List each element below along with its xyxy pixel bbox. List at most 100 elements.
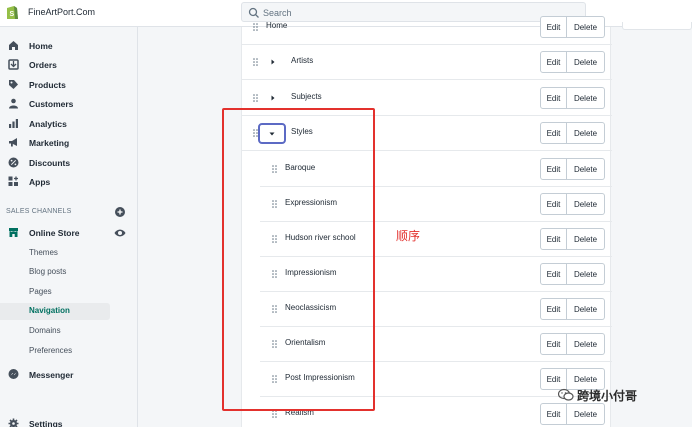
edit-button[interactable]: Edit [540,16,567,38]
edit-button[interactable]: Edit [540,263,567,285]
sidebar-subitem-themes[interactable]: Themes [0,245,110,262]
row-actions: Edit Delete [540,122,605,144]
delete-button[interactable]: Delete [567,158,605,180]
edit-button[interactable]: Edit [540,193,567,215]
store-icon [9,228,18,237]
home-icon [9,41,18,50]
row-actions: Edit Delete [540,228,605,250]
sidebar-item-label: Marketing [29,138,70,148]
sidebar: Home Orders Products Customers Analytics… [0,27,138,427]
megaphone-icon [9,138,17,147]
subitem-label: Navigation [29,306,70,315]
subitem-label: Themes [29,248,58,257]
edit-button[interactable]: Edit [540,87,567,109]
tag-icon [9,80,18,89]
menu-item-label: Subjects [291,92,322,101]
edit-button[interactable]: Edit [540,228,567,250]
shopify-logo-icon[interactable]: S [5,4,19,20]
subitem-label: Pages [29,287,52,296]
subitem-label: Blog posts [29,267,67,276]
drag-handle-icon[interactable] [253,94,258,102]
sidebar-item-label: Customers [29,99,74,109]
bar-chart-icon [9,119,18,128]
delete-button[interactable]: Delete [567,333,605,355]
sidebar-item-marketing[interactable]: Marketing [0,134,138,152]
person-icon [9,98,18,109]
delete-button[interactable]: Delete [567,51,605,73]
row-actions: Edit Delete [540,298,605,320]
delete-button[interactable]: Delete [567,193,605,215]
sidebar-item-messenger[interactable]: Messenger [0,366,138,384]
subitem-label: Preferences [29,346,73,355]
watermark: 跨境小付哥 [558,387,637,403]
drag-handle-icon[interactable] [253,58,258,66]
apps-icon [8,176,18,186]
discount-icon [8,157,19,168]
sidebar-item-products[interactable]: Products [0,76,138,94]
sidebar-item-label: Discounts [29,158,71,168]
add-sales-channel-icon[interactable] [115,207,125,217]
annotation-text: 顺序 [396,229,421,243]
sidebar-item-settings[interactable]: Settings [0,415,138,427]
sidebar-item-label: Home [29,41,53,51]
delete-button[interactable]: Delete [567,87,605,109]
delete-button[interactable]: Delete [567,122,605,144]
delete-button[interactable]: Delete [567,298,605,320]
edit-button[interactable]: Edit [540,333,567,355]
row-actions: Edit Delete [540,193,605,215]
subitem-label: Domains [29,326,61,335]
row-actions: Edit Delete [540,403,605,425]
annotation-highlight-box [222,108,375,411]
row-actions: Edit Delete [540,87,605,109]
orders-icon [8,59,19,70]
delete-button[interactable]: Delete [567,403,605,425]
row-actions: Edit Delete [540,158,605,180]
sidebar-subitem-preferences[interactable]: Preferences [0,343,110,360]
svg-text:S: S [10,11,15,18]
sidebar-item-label: Messenger [29,370,74,380]
messenger-icon [8,369,19,379]
edit-button[interactable]: Edit [540,298,567,320]
delete-button[interactable]: Delete [567,16,605,38]
menu-item-label: Artists [291,56,314,65]
row-actions: Edit Delete [540,333,605,355]
sidebar-item-orders[interactable]: Orders [0,56,138,74]
sidebar-item-label: Apps [29,177,51,187]
menu-item-row: Artists Edit Delete [242,45,612,80]
sidebar-item-discounts[interactable]: Discounts [0,154,138,172]
eye-icon[interactable] [114,228,126,238]
sidebar-subitem-navigation[interactable]: Navigation [0,303,110,320]
store-name[interactable]: FineArtPort.Com [28,7,95,17]
sales-channels-heading: SALES CHANNELS [6,208,72,215]
sidebar-item-analytics[interactable]: Analytics [0,115,138,133]
sidebar-item-label: Orders [29,60,57,70]
sidebar-item-apps[interactable]: Apps [0,173,138,191]
caret-right-icon[interactable] [270,59,276,65]
edit-button[interactable]: Edit [540,122,567,144]
edit-button[interactable]: Edit [540,403,567,425]
sidebar-item-home[interactable]: Home [0,37,138,55]
edit-button[interactable]: Edit [540,158,567,180]
sidebar-subitem-blog-posts[interactable]: Blog posts [0,264,110,281]
row-actions: Edit Delete [540,16,605,38]
caret-right-icon[interactable] [270,95,276,101]
sidebar-item-label: Analytics [29,119,67,129]
menu-item-row: Home Edit Delete [242,10,612,45]
sidebar-item-customers[interactable]: Customers [0,95,138,113]
drag-handle-icon[interactable] [272,410,277,418]
sidebar-subitem-domains[interactable]: Domains [0,323,110,340]
watermark-text: 跨境小付哥 [577,388,638,403]
sidebar-subitem-pages[interactable]: Pages [0,284,110,301]
delete-button[interactable]: Delete [567,228,605,250]
row-actions: Edit Delete [540,263,605,285]
wechat-icon [558,388,574,401]
sidebar-item-label: Settings [29,419,63,427]
sidebar-item-label: Products [29,80,66,90]
sidebar-item-label: Online Store [29,228,80,238]
drag-handle-icon[interactable] [253,23,258,31]
gear-icon [8,418,19,427]
edit-button[interactable]: Edit [540,51,567,73]
row-actions: Edit Delete [540,51,605,73]
delete-button[interactable]: Delete [567,263,605,285]
menu-item-label: Home [266,21,288,30]
